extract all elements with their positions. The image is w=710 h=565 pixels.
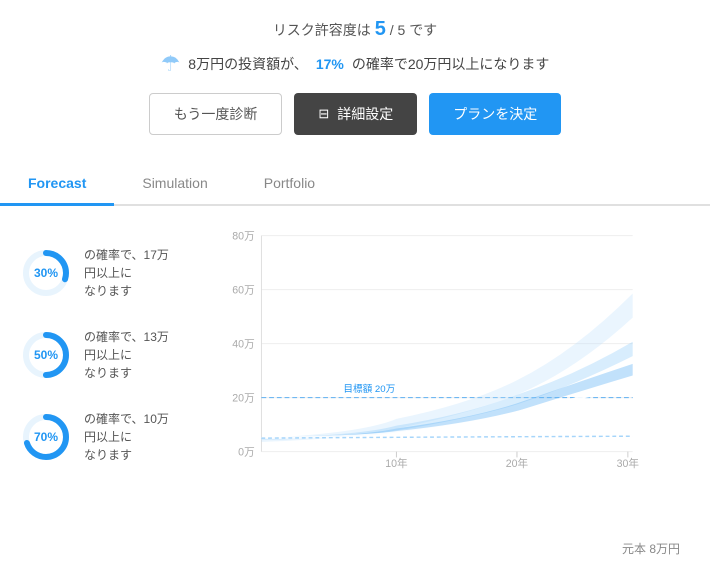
tab-simulation[interactable]: Simulation (114, 163, 235, 206)
risk-max: 5 (398, 22, 406, 38)
settings-label: 詳細設定 (337, 104, 393, 124)
legend-column: 30% の確率で、17万円以上に なります 50% の確率で、13万円以上に な… (10, 216, 180, 536)
umbrella-icon: ☂ (161, 51, 181, 77)
button-row: もう一度診断 ⊟ 詳細設定 プランを決定 (20, 93, 690, 135)
legend-item-50: 50% の確率で、13万円以上に なります (20, 328, 170, 382)
main-content: 30% の確率で、17万円以上に なります 50% の確率で、13万円以上に な… (0, 206, 710, 536)
donut-70: 70% (20, 411, 72, 463)
svg-text:0万: 0万 (238, 447, 255, 459)
risk-title: リスク許容度は 5 / 5 です (20, 18, 690, 41)
subtitle-highlight: 17% (316, 56, 344, 72)
decide-button[interactable]: プランを決定 (429, 93, 561, 135)
svg-text:目標額 20万: 目標額 20万 (343, 383, 395, 395)
sliders-icon: ⊟ (318, 106, 329, 122)
tab-forecast[interactable]: Forecast (0, 163, 114, 206)
risk-value: 5 (375, 18, 386, 40)
legend-item-70: 70% の確率で、10万円以上に なります (20, 410, 170, 464)
donut-label-30: 30% (34, 266, 58, 280)
subtitle-row: ☂ 8万円の投資額が、 17% の確率で20万円以上になります (20, 51, 690, 77)
donut-label-70: 70% (34, 430, 58, 444)
svg-text:20万: 20万 (232, 393, 254, 405)
svg-text:20年: 20年 (506, 457, 529, 470)
legend-text-50: の確率で、13万円以上に なります (84, 328, 170, 382)
footer-note: 元本 8万円 (0, 536, 710, 565)
source-label: 元本 8万円 (622, 542, 680, 556)
settings-button[interactable]: ⊟ 詳細設定 (294, 93, 417, 135)
subtitle-suffix: の確率で20万円以上になります (352, 54, 550, 74)
chart-column: 80万 60万 40万 20万 0万 目標額 20万 (180, 216, 700, 536)
risk-suffix: です (409, 22, 437, 38)
svg-text:30年: 30年 (617, 457, 640, 470)
tab-portfolio[interactable]: Portfolio (236, 163, 343, 206)
legend-text-30: の確率で、17万円以上に なります (84, 246, 170, 300)
legend-item-30: 30% の確率で、17万円以上に なります (20, 246, 170, 300)
donut-50: 50% (20, 329, 72, 381)
legend-text-70: の確率で、10万円以上に なります (84, 410, 170, 464)
svg-text:80万: 80万 (232, 231, 254, 243)
donut-label-50: 50% (34, 348, 58, 362)
svg-text:10年: 10年 (385, 457, 408, 470)
subtitle-prefix: 8万円の投資額が、 (188, 54, 308, 74)
svg-text:40万: 40万 (232, 339, 254, 351)
risk-separator: / (390, 22, 394, 38)
tabs-bar: Forecast Simulation Portfolio (0, 163, 710, 206)
svg-text:60万: 60万 (232, 285, 254, 297)
top-section: リスク許容度は 5 / 5 です ☂ 8万円の投資額が、 17% の確率で20万… (0, 0, 710, 149)
donut-30: 30% (20, 247, 72, 299)
forecast-chart: 80万 60万 40万 20万 0万 目標額 20万 (190, 226, 680, 496)
retry-button[interactable]: もう一度診断 (149, 93, 283, 135)
